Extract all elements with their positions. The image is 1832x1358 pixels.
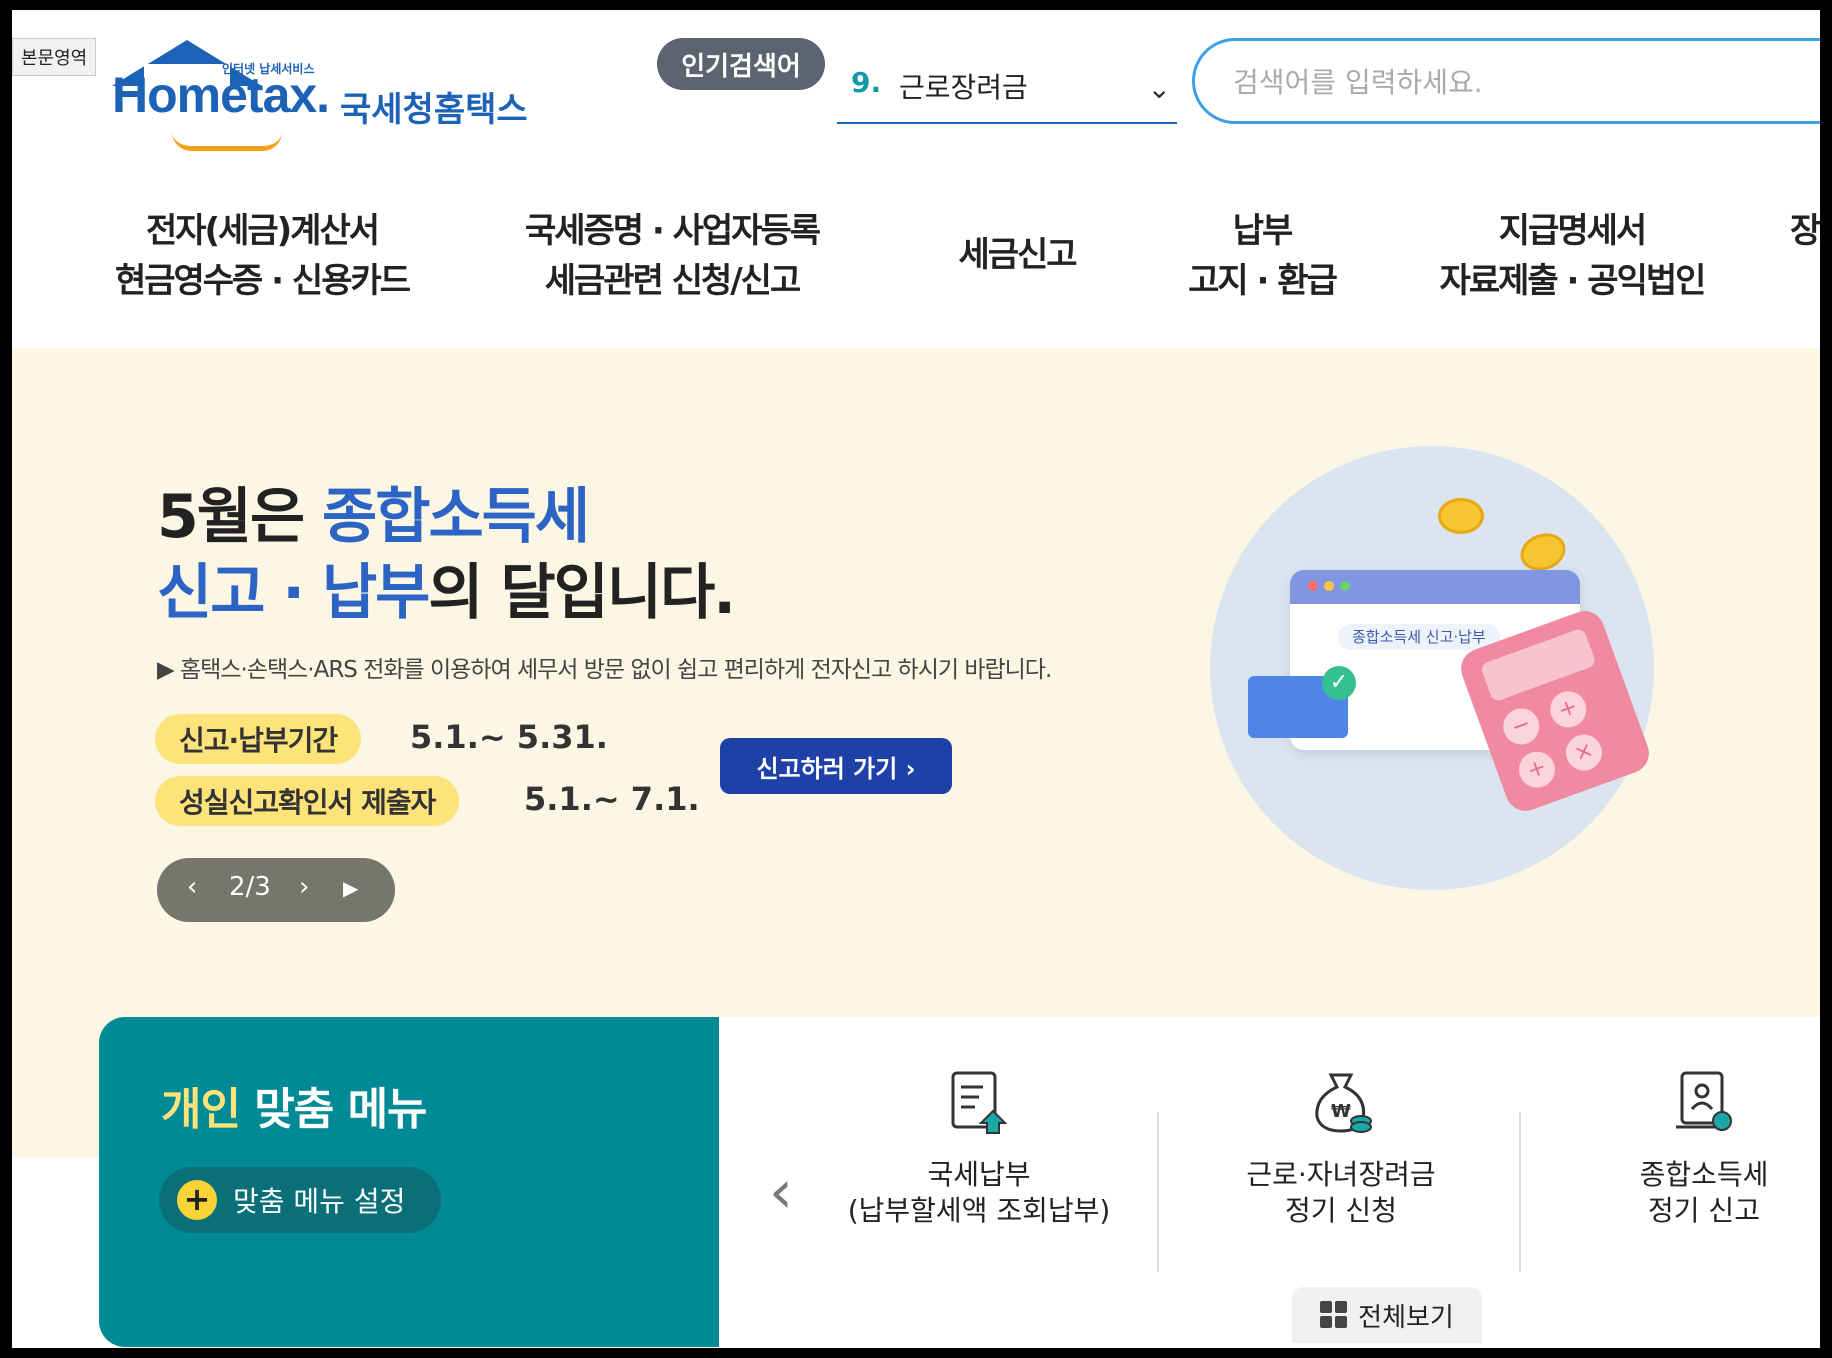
skip-to-content-link[interactable]: 본문영역 <box>12 38 97 76</box>
illustration-label: 종합소득세 신고·납부 <box>1338 624 1500 650</box>
main-navigation: 전자(세금)계산서 현금영수증 · 신용카드 국세증명 · 사업자등록 세금관련… <box>12 170 1820 349</box>
check-icon: ✓ <box>1322 666 1356 700</box>
view-all-button[interactable]: 전체보기 <box>1292 1287 1482 1343</box>
nav-item-payment[interactable]: 납부 고지 · 환급 <box>1162 206 1362 306</box>
nav-item-certificates[interactable]: 국세증명 · 사업자등록 세금관련 신청/신고 <box>512 206 832 306</box>
nav-item-e-invoice[interactable]: 전자(세금)계산서 현금영수증 · 신용카드 <box>112 206 412 306</box>
carousel-prev-button[interactable]: ‹ <box>187 872 197 902</box>
keyword-rank: 9. <box>851 66 882 99</box>
hero-title-line2: 신고 · 납부의 달입니다. <box>157 558 736 628</box>
divider <box>1157 1112 1159 1272</box>
grid-icon <box>1320 1301 1348 1329</box>
play-icon[interactable]: ▶ <box>343 876 358 900</box>
money-bag-icon: ₩ <box>1309 1067 1373 1137</box>
tax-report-illustration: 종합소득세 신고·납부 ✓ − + + × <box>1210 446 1655 890</box>
tax-payment-icon <box>947 1067 1011 1137</box>
hero-description: ▶ 홈택스·손택스·ARS 전화를 이용하여 세무서 방문 없이 쉽고 편리하게… <box>157 657 1052 683</box>
nav-item-truncated[interactable]: 장 <box>1790 206 1820 256</box>
quick-menu: ‹ 국세납부 (납부할세액 조회납부) ₩ 근로·자녀장려금 정기 신청 종합소… <box>719 1017 1820 1347</box>
go-report-button[interactable]: 신고하러 가기 › <box>720 738 952 794</box>
income-tax-report-icon <box>1672 1067 1736 1137</box>
search-input[interactable] <box>1231 59 1820 105</box>
chevron-left-icon[interactable]: ‹ <box>769 1157 793 1227</box>
quick-item-income-tax[interactable]: 종합소득세 정기 신고 <box>1554 1067 1820 1229</box>
logo-brand: Hometax. <box>112 67 330 123</box>
carousel-pager: ‹ 2/3 › ▶ <box>157 858 395 922</box>
nav-item-tax-report[interactable]: 세금신고 <box>932 230 1102 280</box>
quick-item-earned-income-credit[interactable]: ₩ 근로·자녀장려금 정기 신청 <box>1191 1067 1491 1229</box>
hometax-logo[interactable]: 인터넷 납세서비스 Hometax. 국세청홈택스 <box>102 30 552 151</box>
period-badge-secondary: 성실신고확인서 제출자 <box>155 776 460 826</box>
divider <box>1519 1112 1521 1272</box>
search-box[interactable] <box>1192 38 1820 124</box>
hero-title-line1: 5월은 종합소득세 <box>157 482 590 552</box>
period-badge: 신고·납부기간 <box>155 714 362 764</box>
personal-menu-panel: 개인 맞춤 메뉴 + 맞춤 메뉴 설정 <box>99 1017 719 1347</box>
plus-icon: + <box>177 1180 217 1220</box>
logo-swoosh <box>172 132 282 151</box>
period-date-secondary: 5.1.~ 7.1. <box>524 780 700 818</box>
carousel-next-button[interactable]: › <box>299 872 309 902</box>
chevron-down-icon[interactable]: ⌄ <box>1148 72 1171 105</box>
hometax-page: 본문영역 인터넷 납세서비스 Hometax. 국세청홈택스 인기검색어 9. … <box>12 10 1820 1348</box>
carousel-indicator: 2/3 <box>229 872 271 902</box>
popular-search-badge: 인기검색어 <box>657 38 825 90</box>
period-date: 5.1.~ 5.31. <box>410 718 608 756</box>
personal-menu-title: 개인 맞춤 메뉴 <box>161 1084 428 1135</box>
popular-keyword-dropdown[interactable]: 9. 근로장려금 ⌄ <box>837 50 1177 124</box>
popular-keyword[interactable]: 근로장려금 <box>899 66 1028 106</box>
custom-menu-settings-button[interactable]: + 맞춤 메뉴 설정 <box>159 1167 441 1233</box>
logo-korean-name: 국세청홈택스 <box>340 90 528 130</box>
quick-item-tax-payment[interactable]: 국세납부 (납부할세액 조회납부) <box>829 1067 1129 1229</box>
svg-text:₩: ₩ <box>1331 1101 1351 1122</box>
nav-item-statements[interactable]: 지급명세서 자료제출 · 공익법인 <box>1412 206 1732 306</box>
coin-icon <box>1438 498 1484 534</box>
